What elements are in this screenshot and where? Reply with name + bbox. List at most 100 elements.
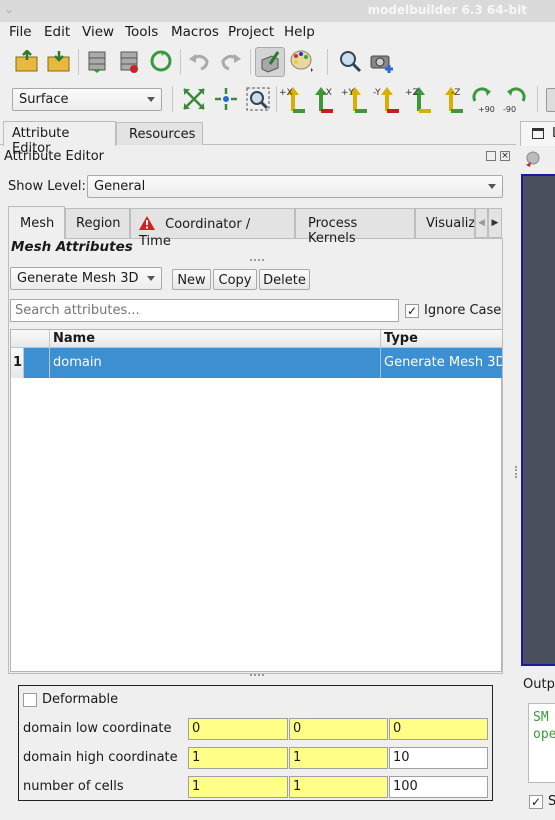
column-header-type[interactable]: Type: [381, 330, 502, 348]
ignore-case-checkbox[interactable]: ✓: [405, 304, 419, 318]
close-panel-icon[interactable]: ×: [500, 151, 510, 161]
main-toolbar: [0, 44, 555, 80]
menu-help[interactable]: Help: [284, 24, 315, 40]
menu-edit[interactable]: Edit: [44, 24, 70, 40]
deformable-checkbox[interactable]: [23, 693, 37, 707]
view-pos-y-icon[interactable]: +Y: [341, 86, 367, 113]
toolbar-overflow-button[interactable]: [546, 88, 555, 112]
tab-coordinator-time[interactable]: Coordinator / Time: [130, 208, 295, 249]
low-coordinate-y[interactable]: 0: [289, 718, 388, 740]
high-coordinate-label: domain high coordinate: [23, 750, 178, 765]
tab-resources[interactable]: Resources: [116, 122, 203, 145]
reset-camera-icon[interactable]: [181, 86, 207, 112]
table-row-name[interactable]: domain: [50, 348, 381, 378]
row-number-header: [11, 330, 50, 348]
axis-label: -Z: [451, 88, 460, 98]
view-neg-z-icon[interactable]: -Z: [437, 86, 463, 113]
tab-attribute-editor[interactable]: Attribute Editor: [3, 121, 116, 156]
cells-z[interactable]: 100: [389, 776, 488, 798]
show-level-label: Show Level:: [8, 179, 86, 194]
show-level-select[interactable]: General: [87, 175, 503, 198]
select-mode-icon[interactable]: [255, 47, 285, 77]
view-pos-x-icon[interactable]: +X: [279, 86, 305, 113]
window-title: modelbuilder 6.3 64-bit: [367, 3, 527, 17]
view-neg-x-icon[interactable]: -X: [309, 86, 335, 113]
cells-x[interactable]: 1: [188, 776, 288, 798]
server-connect-icon[interactable]: [84, 48, 110, 74]
redo-icon[interactable]: [218, 48, 244, 74]
tab-mesh[interactable]: Mesh: [8, 206, 65, 239]
window-menu-icon[interactable]: ⌄: [4, 2, 14, 16]
chevron-down-icon: [147, 97, 155, 102]
tab-visualization[interactable]: Visualiz: [415, 208, 475, 238]
open-file-icon[interactable]: [14, 48, 40, 74]
representation-select[interactable]: Surface: [12, 88, 162, 111]
low-coordinate-z[interactable]: 0: [389, 718, 488, 740]
view-toolbar: Surface +X -X +Y -Y +Z -Z +90 -90: [0, 82, 555, 118]
row-color-cell[interactable]: [24, 348, 50, 378]
menu-file[interactable]: File: [9, 24, 32, 40]
tab-scroll-left-icon[interactable]: ◀: [475, 208, 488, 238]
attribute-type-value: Generate Mesh 3D: [17, 271, 139, 286]
chevron-down-icon: [147, 276, 155, 281]
menu-view[interactable]: View: [82, 24, 114, 40]
reset-session-icon[interactable]: [148, 48, 174, 74]
menu-macros[interactable]: Macros: [171, 24, 219, 40]
axis-label: -X: [323, 88, 332, 98]
dock-splitter[interactable]: [515, 466, 518, 478]
save-file-icon[interactable]: [46, 48, 72, 74]
view-pos-z-icon[interactable]: +Z: [405, 86, 431, 113]
axis-label: +Z: [405, 88, 419, 98]
undo-icon[interactable]: [186, 48, 212, 74]
output-checkbox[interactable]: ✓: [529, 795, 543, 809]
number-of-cells-label: number of cells: [23, 779, 124, 794]
menu-project[interactable]: Project: [228, 24, 274, 40]
title-bar: ⌄ modelbuilder 6.3 64-bit: [0, 0, 555, 22]
attribute-type-select[interactable]: Generate Mesh 3D: [10, 267, 162, 290]
section-title: Mesh Attributes: [11, 239, 133, 255]
rotate-neg90-icon[interactable]: -90: [501, 86, 527, 113]
view-neg-y-icon[interactable]: -Y: [373, 86, 399, 113]
capture-screenshot-icon[interactable]: [369, 48, 395, 74]
rotate-pos90-icon[interactable]: +90: [469, 86, 495, 113]
render-view[interactable]: [521, 174, 555, 666]
axis-label: -Y: [373, 88, 381, 98]
output-label: Outpu: [523, 677, 555, 692]
output-console: SM ope: [528, 703, 555, 783]
copy-button[interactable]: Copy: [213, 269, 257, 290]
warning-icon: [139, 216, 155, 234]
delete-button[interactable]: Delete: [259, 269, 310, 290]
low-coordinate-label: domain low coordinate: [23, 721, 172, 736]
server-disconnect-icon[interactable]: [116, 48, 142, 74]
row-number[interactable]: 1: [11, 348, 24, 378]
zoom-to-data-icon[interactable]: [337, 48, 363, 74]
high-coordinate-x[interactable]: 1: [188, 747, 288, 769]
splitter-handle[interactable]: [250, 674, 264, 677]
window-icon: [532, 128, 544, 139]
axis-label: +Y: [341, 88, 355, 98]
menu-tools[interactable]: Tools: [125, 24, 158, 40]
menu-bar: File Edit View Tools Macros Project Help: [0, 22, 555, 44]
new-button[interactable]: New: [172, 269, 211, 290]
color-palette-icon[interactable]: [289, 48, 315, 74]
high-coordinate-z[interactable]: 10: [389, 747, 488, 769]
tab-region[interactable]: Region: [65, 208, 130, 238]
render-view-tab[interactable]: L: [520, 121, 555, 146]
search-input[interactable]: [10, 299, 399, 322]
tab-process-kernels[interactable]: Process Kernels: [295, 208, 415, 246]
zoom-to-box-icon[interactable]: [245, 86, 271, 112]
console-line-2: ope: [533, 727, 555, 742]
ignore-case-label: Ignore Case: [424, 303, 502, 318]
show-center-icon[interactable]: [213, 86, 239, 112]
column-header-name[interactable]: Name: [50, 330, 381, 348]
rotate-label: -90: [503, 105, 516, 113]
tab-scroll-right-icon[interactable]: ▶: [488, 208, 502, 238]
low-coordinate-x[interactable]: 0: [188, 718, 288, 740]
cells-y[interactable]: 1: [289, 776, 388, 798]
splitter-handle[interactable]: [250, 259, 264, 262]
float-panel-icon[interactable]: [486, 151, 496, 161]
table-row-type[interactable]: Generate Mesh 3D: [381, 348, 502, 378]
axis-label: +X: [279, 88, 293, 98]
camera-undo-icon[interactable]: [524, 150, 542, 168]
high-coordinate-y[interactable]: 1: [289, 747, 388, 769]
